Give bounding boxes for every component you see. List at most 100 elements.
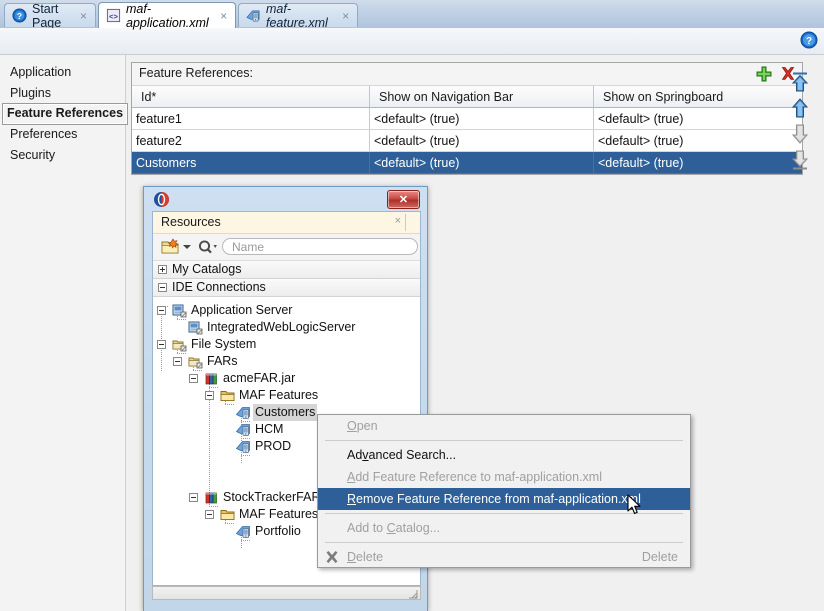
dialog-close-button[interactable]: ✕	[387, 190, 420, 209]
move-to-bottom-button	[791, 150, 809, 170]
tree-node-fars[interactable]: FARs	[153, 353, 240, 370]
sidebar-item-security[interactable]: Security	[6, 146, 59, 165]
group-ide-connections[interactable]: IDE Connections	[153, 279, 420, 297]
table-row-selected[interactable]: Customers <default> (true) <default> (tr…	[132, 151, 802, 174]
mobile-feature-icon	[236, 526, 250, 538]
reorder-toolbar	[787, 70, 813, 175]
tree-node-maf-features-2[interactable]: MAF Features	[153, 506, 320, 523]
panel-title: Feature References:	[139, 66, 253, 80]
tree-node-maf-features[interactable]: MAF Features	[153, 387, 320, 404]
sidebar-item-preferences[interactable]: Preferences	[6, 125, 81, 144]
column-header-navbar[interactable]: Show on Navigation Bar	[369, 86, 594, 108]
search-icon[interactable]	[197, 239, 218, 255]
tree-node-integrated-weblogic-server[interactable]: IntegratedWebLogicServer	[153, 319, 357, 336]
collapse-minus-icon[interactable]	[205, 391, 214, 400]
resources-panel-header: Resources ×	[153, 212, 420, 234]
menu-item-label-rest: atalog...	[395, 521, 441, 535]
tree-node-label: IntegratedWebLogicServer	[207, 320, 356, 334]
collapse-minus-icon[interactable]	[189, 493, 198, 502]
tab-label: maf-feature.xml	[266, 1, 328, 30]
jar-archive-icon	[205, 373, 217, 385]
menu-item-label: emove Feature Reference from maf-applica…	[356, 492, 641, 506]
feature-references-table: Id* Show on Navigation Bar Show on Sprin…	[132, 86, 802, 174]
dialog-title-bar[interactable]: ✕	[144, 187, 427, 211]
table-row[interactable]: feature2 <default> (true) <default> (tru…	[132, 129, 802, 152]
green-plus-icon[interactable]	[754, 64, 774, 83]
mouse-cursor	[627, 494, 641, 515]
menu-item-open[interactable]: Open	[318, 415, 690, 437]
help-circle-icon: ?	[12, 8, 27, 23]
editor-tab-strip: ? Start Page × <> maf-application.xml × …	[0, 0, 824, 30]
oracle-logo-icon	[154, 192, 169, 207]
tree-node-file-system[interactable]: File System	[153, 336, 258, 353]
server-icon	[172, 304, 187, 318]
tree-node-label: acmeFAR.jar	[223, 371, 296, 385]
tree-node-label: MAF Features	[239, 507, 319, 521]
menu-item-delete[interactable]: Delete Delete	[318, 546, 690, 568]
tree-node-customers[interactable]: Customers	[153, 404, 318, 421]
sidebar-item-plugins[interactable]: Plugins	[6, 84, 55, 103]
expand-plus-icon[interactable]	[158, 265, 167, 274]
tree-node-hcm[interactable]: HCM	[153, 421, 285, 438]
tree-node-portfolio[interactable]: Portfolio	[153, 523, 303, 540]
column-header-springboard[interactable]: Show on Springboard	[593, 86, 802, 108]
folder-icon	[220, 510, 235, 520]
folder-icon	[220, 391, 235, 401]
menu-item-label-rest: anced Search...	[368, 448, 457, 462]
tab-maf-application-xml[interactable]: <> maf-application.xml ×	[98, 2, 236, 30]
tree-node-label: MAF Features	[239, 388, 319, 402]
delete-x-icon	[326, 551, 338, 563]
tree-node-stocktrackerfar-jar[interactable]: StockTrackerFAR.j	[153, 489, 329, 506]
menu-item-label-accel: D	[347, 550, 357, 564]
table-header-row: Id* Show on Navigation Bar Show on Sprin…	[132, 86, 802, 108]
table-row[interactable]: feature1 <default> (true) <default> (tru…	[132, 107, 802, 130]
editor-sidebar: Application Plugins Feature References P…	[0, 55, 129, 611]
collapse-minus-icon[interactable]	[189, 374, 198, 383]
column-header-id[interactable]: Id*	[132, 86, 370, 108]
tree-node-label: HCM	[255, 422, 284, 436]
feature-references-panel: Feature References: Id* Show on Navigati…	[131, 62, 803, 175]
collapse-minus-icon[interactable]	[205, 510, 214, 519]
tree-node-label: PROD	[255, 439, 292, 453]
tab-start-page[interactable]: ? Start Page ×	[4, 2, 96, 30]
tab-maf-feature-xml[interactable]: maf-feature.xml ×	[238, 1, 358, 30]
tab-close-icon[interactable]: ×	[342, 9, 349, 23]
tree-node-acmefar-jar[interactable]: acmeFAR.jar	[153, 370, 297, 387]
menu-item-shortcut: Delete	[641, 550, 678, 564]
move-to-top-button[interactable]	[789, 70, 811, 94]
menu-item-add-to-catalog[interactable]: Add to Catalog...	[318, 517, 690, 539]
tab-close-icon[interactable]: ×	[220, 9, 227, 23]
cell-id: Customers	[132, 151, 370, 174]
tree-node-label: File System	[191, 337, 257, 351]
tree-node-application-server[interactable]: Application Server	[153, 302, 294, 319]
tree-guide	[241, 540, 251, 541]
close-icon[interactable]: ×	[395, 215, 401, 227]
resize-grip-icon[interactable]	[408, 589, 418, 599]
search-input[interactable]: Name	[222, 238, 418, 255]
svg-text:?: ?	[806, 36, 812, 47]
group-my-catalogs[interactable]: My Catalogs	[153, 261, 420, 279]
mobile-feature-icon	[236, 424, 250, 436]
sidebar-item-application[interactable]: Application	[6, 63, 75, 82]
menu-item-label: elete	[356, 550, 384, 564]
menu-item-label: pen	[356, 419, 378, 433]
new-folder-icon[interactable]	[161, 238, 180, 255]
collapse-minus-icon[interactable]	[157, 306, 166, 315]
sidebar-item-feature-references[interactable]: Feature References	[2, 103, 129, 125]
menu-separator	[325, 542, 683, 543]
xml-code-icon: <>	[106, 8, 121, 23]
tree-node-prod[interactable]: PROD	[153, 438, 293, 455]
tab-close-icon[interactable]: ×	[80, 9, 87, 23]
collapse-minus-icon[interactable]	[158, 283, 167, 292]
cell-id: feature1	[132, 107, 370, 130]
chevron-down-icon[interactable]	[183, 245, 191, 249]
move-up-button[interactable]	[789, 96, 811, 120]
resources-toolbar: Name	[153, 234, 420, 261]
menu-item-add-feature-reference[interactable]: Add Feature Reference to maf-application…	[318, 466, 690, 488]
menu-item-advanced-search[interactable]: Advanced Search...	[318, 444, 690, 466]
context-menu: Open Advanced Search... Add Feature Refe…	[317, 414, 691, 568]
menu-item-label: Ad	[347, 448, 363, 462]
collapse-minus-icon[interactable]	[173, 357, 182, 366]
help-circle-icon[interactable]: ?	[800, 31, 818, 49]
collapse-minus-icon[interactable]	[157, 340, 166, 349]
